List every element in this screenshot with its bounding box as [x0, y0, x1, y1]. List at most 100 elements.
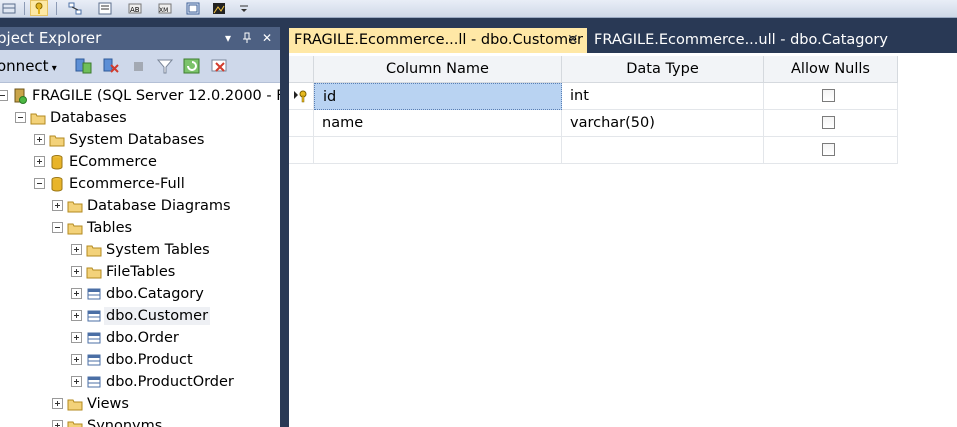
table-icon [86, 308, 102, 324]
overflow-chevron-icon[interactable] [236, 0, 254, 16]
key-icon[interactable] [30, 0, 48, 16]
tree-node-label: ECommerce [69, 154, 157, 170]
fulltext-icon[interactable]: AB [126, 0, 144, 16]
collapse-icon[interactable] [34, 178, 45, 189]
table-icon [86, 352, 102, 368]
tree-node-ecommerce[interactable]: ECommerce [0, 151, 280, 173]
tree-node-label: Databases [50, 110, 127, 126]
expand-icon[interactable] [34, 156, 45, 167]
indexes-icon[interactable] [96, 0, 114, 16]
connect-dropdown[interactable]: onnect ▾ [0, 57, 57, 75]
allow-nulls-checkbox[interactable] [822, 143, 835, 156]
expand-icon[interactable] [34, 134, 45, 145]
folder-icon [86, 242, 102, 258]
table-icon [86, 330, 102, 346]
expand-icon[interactable] [71, 332, 82, 343]
tree-node-tables[interactable]: Tables [0, 217, 280, 239]
tree-node-label: dbo.ProductOrder [106, 374, 234, 390]
expand-icon[interactable] [52, 200, 63, 211]
grid-icon[interactable] [0, 0, 18, 16]
table-designer-grid: Column Name Data Type Allow Nulls id int… [289, 53, 957, 427]
spatial-icon[interactable] [210, 0, 228, 16]
cell-allow-nulls [764, 83, 898, 110]
tree-node-filetables[interactable]: FileTables [0, 261, 280, 283]
collapse-icon[interactable] [0, 90, 8, 101]
row-header-corner [289, 56, 314, 83]
object-explorer-panel: bject Explorer ▾ ✕ onnect ▾ FRAGILE (SQL… [0, 27, 280, 427]
stop-icon[interactable] [129, 57, 149, 75]
tree-node-label: dbo.Customer [104, 307, 211, 325]
tree-node-label: dbo.Catagory [106, 286, 204, 302]
cell-data-type[interactable]: varchar(50) [562, 110, 764, 137]
expand-icon[interactable] [52, 420, 63, 427]
row-selector[interactable] [289, 137, 314, 164]
check-constraints-icon[interactable] [184, 0, 202, 16]
primary-key-icon [293, 89, 309, 107]
server-icon [12, 88, 28, 104]
tree-node-server[interactable]: FRAGILE (SQL Server 12.0.2000 - FRAG [0, 85, 280, 107]
folder-icon [67, 198, 83, 214]
expand-icon[interactable] [71, 354, 82, 365]
expand-icon[interactable] [71, 310, 82, 321]
tree-node-table-productorder[interactable]: dbo.ProductOrder [0, 371, 280, 393]
xml-index-icon[interactable]: XM [156, 0, 174, 16]
column-header-column-name[interactable]: Column Name [314, 56, 562, 83]
tree-node-label: Database Diagrams [87, 198, 231, 214]
cell-column-name[interactable]: name [314, 110, 562, 137]
allow-nulls-checkbox[interactable] [822, 116, 835, 129]
tree-node-databases[interactable]: Databases [0, 107, 280, 129]
tab-dbo-customer[interactable]: FRAGILE.Ecommerce...ll - dbo.Customer ✕ [289, 28, 587, 53]
row-selector[interactable] [289, 110, 314, 137]
tree-node-table-catagory[interactable]: dbo.Catagory [0, 283, 280, 305]
tab-dbo-catagory[interactable]: FRAGILE.Ecommerce...ull - dbo.Catagory [589, 28, 889, 53]
close-icon[interactable]: ✕ [260, 31, 274, 45]
cell-data-type[interactable]: int [562, 83, 764, 110]
folder-icon [67, 418, 83, 427]
tree-node-database-diagrams[interactable]: Database Diagrams [0, 195, 280, 217]
tree-node-ecommerce-full[interactable]: Ecommerce-Full [0, 173, 280, 195]
expand-icon[interactable] [52, 398, 63, 409]
cell-column-name[interactable]: id [314, 83, 562, 110]
collapse-icon[interactable] [15, 112, 26, 123]
object-explorer-title: bject Explorer [0, 29, 102, 47]
relationships-icon[interactable] [66, 0, 84, 16]
tree-node-label: FRAGILE (SQL Server 12.0.2000 - FRAG [32, 88, 280, 104]
cell-data-type[interactable] [562, 137, 764, 164]
tree-node-system-databases[interactable]: System Databases [0, 129, 280, 151]
refresh-icon[interactable] [182, 57, 202, 75]
expand-icon[interactable] [71, 244, 82, 255]
folder-icon [86, 264, 102, 280]
tree-node-synonyms[interactable]: Synonyms [0, 415, 280, 427]
tab-close-icon[interactable]: ✕ [567, 28, 579, 53]
cell-column-name[interactable] [314, 137, 562, 164]
window-position-dropdown-icon[interactable]: ▾ [221, 31, 235, 45]
table-icon [86, 286, 102, 302]
folder-icon [30, 110, 46, 126]
tree-node-label: Ecommerce-Full [69, 176, 185, 192]
filter-icon[interactable] [155, 57, 175, 75]
disconnect-icon[interactable] [101, 57, 121, 75]
activity-monitor-icon[interactable] [210, 57, 230, 75]
column-header-data-type[interactable]: Data Type [562, 56, 764, 83]
tree-node-table-order[interactable]: dbo.Order [0, 327, 280, 349]
expand-icon[interactable] [71, 266, 82, 277]
folder-icon [49, 132, 65, 148]
cell-allow-nulls [764, 110, 898, 137]
expand-icon[interactable] [71, 288, 82, 299]
auto-hide-pin-icon[interactable] [240, 31, 254, 45]
expand-icon[interactable] [71, 376, 82, 387]
connect-object-explorer-icon[interactable] [73, 57, 93, 75]
tab-label: FRAGILE.Ecommerce...ll - dbo.Customer [294, 32, 583, 48]
allow-nulls-checkbox[interactable] [822, 89, 835, 102]
object-explorer-toolbar: onnect ▾ [0, 50, 280, 83]
tree-node-views[interactable]: Views [0, 393, 280, 415]
tree-node-label: dbo.Product [106, 352, 193, 368]
tree-node-label: FileTables [106, 264, 176, 280]
row-selector[interactable] [289, 83, 314, 110]
database-icon [49, 154, 65, 170]
tree-node-table-product[interactable]: dbo.Product [0, 349, 280, 371]
tree-node-table-customer[interactable]: dbo.Customer [0, 305, 280, 327]
column-header-allow-nulls[interactable]: Allow Nulls [764, 56, 898, 83]
collapse-icon[interactable] [52, 222, 63, 233]
tree-node-system-tables[interactable]: System Tables [0, 239, 280, 261]
